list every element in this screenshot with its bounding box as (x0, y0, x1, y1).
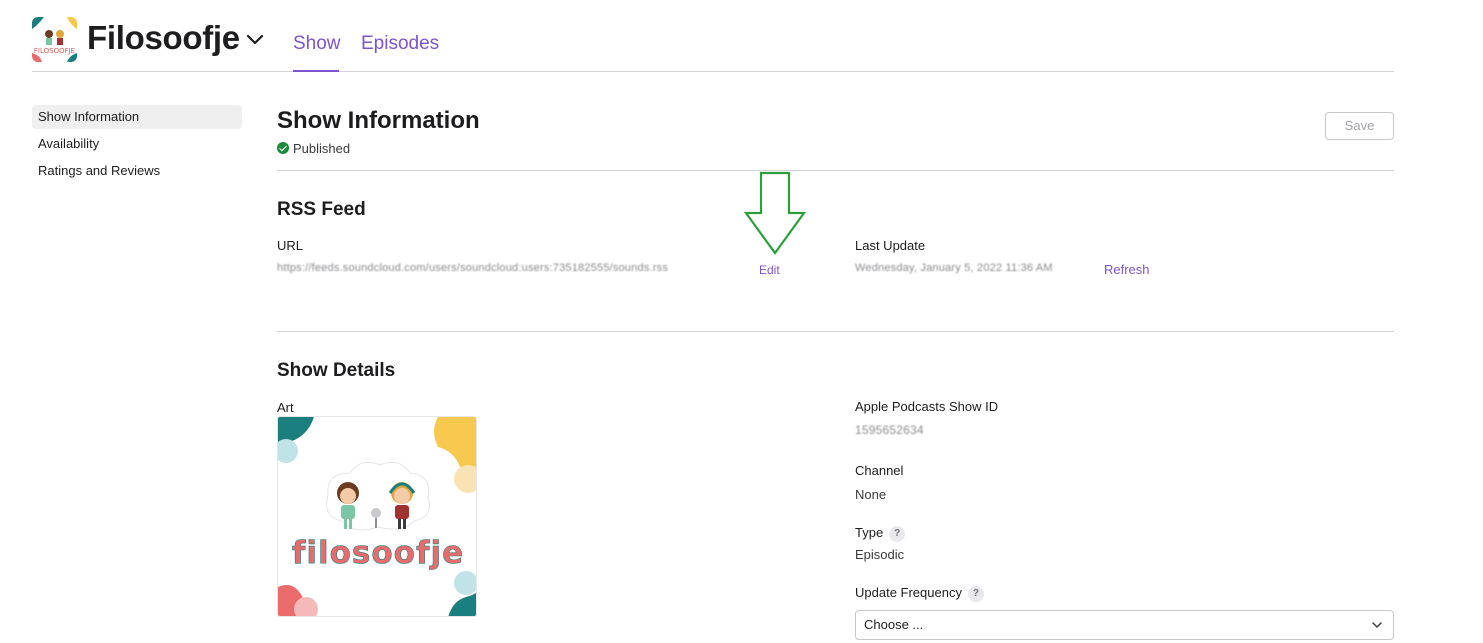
tab-show[interactable]: Show (293, 33, 341, 72)
status-badge: Published (277, 141, 350, 156)
section-divider (277, 331, 1394, 332)
refresh-link[interactable]: Refresh (1104, 262, 1150, 277)
update-frequency-label: Update Frequency? (855, 585, 984, 602)
last-update-label: Last Update (855, 238, 926, 253)
help-icon[interactable]: ? (889, 526, 906, 542)
sidebar-item-show-information[interactable]: Show Information (32, 105, 242, 129)
update-frequency-label-text: Update Frequency (855, 585, 962, 600)
svg-text:filosoofje: filosoofje (292, 535, 464, 571)
art-label: Art (277, 400, 294, 415)
last-update-value: Wednesday, January 5, 2022 11:36 AM (855, 262, 1053, 274)
tab-episodes[interactable]: Episodes (361, 33, 439, 72)
show-id-label: Apple Podcasts Show ID (855, 399, 999, 414)
sidebar-item-ratings-and-reviews[interactable]: Ratings and Reviews (32, 159, 242, 183)
section-divider (277, 170, 1394, 171)
update-frequency-select[interactable]: Choose ... (855, 610, 1394, 640)
rss-url-value: https://feeds.soundcloud.com/users/sound… (277, 262, 669, 274)
top-header: FILOSOOFJE Filosoofje Show Episodes (32, 0, 1394, 72)
arrow-down-icon (743, 171, 807, 255)
type-label: Type? (855, 525, 906, 542)
show-logo[interactable]: FILOSOOFJE (32, 17, 77, 62)
sidebar-item-availability[interactable]: Availability (32, 132, 242, 156)
chevron-down-icon[interactable] (244, 28, 266, 50)
channel-value: None (855, 487, 887, 502)
type-value: Episodic (855, 547, 905, 562)
show-details-heading: Show Details (277, 360, 396, 381)
show-name-title[interactable]: Filosoofje (87, 19, 240, 57)
chevron-down-icon (1372, 622, 1382, 628)
rss-url-label: URL (277, 238, 304, 253)
show-artwork[interactable]: filosoofje (277, 416, 477, 617)
edit-url-link[interactable]: Edit (759, 263, 780, 277)
rss-feed-heading: RSS Feed (277, 199, 366, 220)
update-frequency-selected-value: Choose ... (864, 617, 924, 632)
help-icon[interactable]: ? (967, 586, 984, 602)
check-circle-icon (277, 142, 289, 154)
type-label-text: Type (855, 525, 884, 540)
save-button[interactable]: Save (1325, 112, 1394, 140)
svg-text:FILOSOOFJE: FILOSOOFJE (34, 47, 75, 55)
channel-label: Channel (855, 463, 904, 478)
page-title: Show Information (277, 107, 480, 134)
status-text: Published (293, 141, 351, 156)
show-id-value: 1595652634 (855, 423, 924, 437)
